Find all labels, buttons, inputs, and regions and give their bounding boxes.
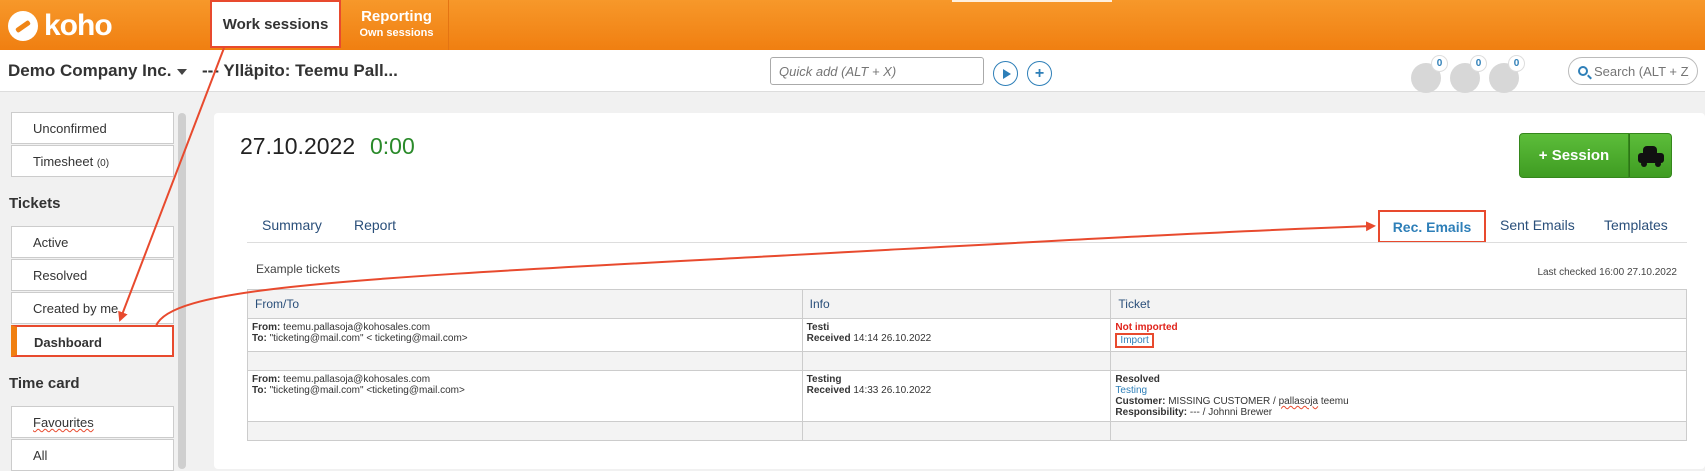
responsibility-value: --- / Johnni Brewer bbox=[1189, 407, 1273, 418]
sidebar-item-label: Active bbox=[33, 235, 69, 250]
company-selector[interactable]: Demo Company Inc. bbox=[8, 61, 188, 81]
sidebar-item-resolved[interactable]: Resolved bbox=[11, 259, 174, 291]
tab-summary[interactable]: Summary bbox=[262, 217, 322, 233]
to-value: "ticketing@mail.com" <ticketing@mail.com… bbox=[269, 385, 465, 396]
column-header: From/To bbox=[247, 289, 803, 319]
email-subject: Testi bbox=[806, 322, 830, 333]
sidebar-item-label: Favourites bbox=[33, 415, 94, 430]
car-icon bbox=[1637, 145, 1664, 167]
email-subject: Testing bbox=[806, 374, 842, 385]
received-value: 14:14 26.10.2022 bbox=[853, 333, 932, 344]
sidebar-item-label: Dashboard bbox=[34, 335, 102, 350]
sidebar-item-favourites[interactable]: Favourites bbox=[11, 406, 174, 438]
from-to-cell: From: teemu.pallasoja@kohosales.com To: … bbox=[247, 318, 803, 352]
time-card-heading: Time card bbox=[9, 375, 80, 392]
customer-name-suffix: teemu bbox=[1320, 396, 1349, 407]
sidebar-item-label: Resolved bbox=[33, 268, 88, 283]
sidebar-item-dashboard[interactable]: Dashboard bbox=[11, 325, 174, 357]
company-name: Demo Company Inc. bbox=[8, 61, 172, 80]
sidebar-item-timesheet[interactable]: Timesheet (0) bbox=[11, 145, 174, 177]
last-checked-text: Last checked 16:00 27.10.2022 bbox=[1537, 267, 1677, 278]
received-label: Received bbox=[806, 385, 851, 396]
table-spacer-row bbox=[247, 421, 1687, 441]
ticket-cell: Resolved Testing Customer: MISSING CUSTO… bbox=[1110, 370, 1687, 422]
to-label: To: bbox=[252, 385, 267, 396]
from-value: teemu.pallasoja@kohosales.com bbox=[283, 322, 431, 333]
from-label: From: bbox=[252, 374, 281, 385]
play-icon bbox=[1002, 68, 1011, 79]
car-button[interactable] bbox=[1629, 133, 1672, 178]
sidebar-item-active[interactable]: Active bbox=[11, 226, 174, 258]
chevron-down-icon bbox=[177, 68, 188, 75]
session-date: 27.10.2022 bbox=[240, 133, 356, 159]
sidebar-item-all[interactable]: All bbox=[11, 439, 174, 471]
responsibility-label: Responsibility: bbox=[1115, 407, 1188, 418]
play-button[interactable] bbox=[993, 61, 1018, 86]
tab-rec-emails[interactable]: Rec. Emails bbox=[1378, 210, 1486, 243]
timesheet-count: (0) bbox=[96, 158, 110, 169]
from-value: teemu.pallasoja@kohosales.com bbox=[283, 374, 431, 385]
tab-reporting[interactable]: Reporting Own sessions bbox=[345, 0, 449, 50]
logo-text: koho bbox=[44, 9, 113, 42]
ticket-cell: Not imported Import bbox=[1110, 318, 1687, 352]
column-header: Ticket bbox=[1110, 289, 1687, 319]
sidebar-item-label: Unconfirmed bbox=[33, 121, 107, 136]
status-badge: Resolved bbox=[1115, 374, 1160, 385]
customer-value: MISSING CUSTOMER / bbox=[1168, 396, 1276, 407]
quick-add-input[interactable] bbox=[770, 57, 984, 85]
received-emails-table: From/To Info Ticket From: teemu.pallasoj… bbox=[247, 289, 1687, 441]
sidebar-item-label: All bbox=[33, 448, 48, 463]
table-spacer-row bbox=[247, 351, 1687, 371]
customer-name: pallasoja bbox=[1278, 396, 1319, 407]
tab-report[interactable]: Report bbox=[354, 217, 396, 233]
ticket-link[interactable]: Testing bbox=[1115, 385, 1147, 396]
tab-divider bbox=[247, 242, 1687, 243]
add-session-button[interactable]: + Session bbox=[1519, 133, 1629, 178]
notification-count: 0 bbox=[1508, 55, 1525, 72]
import-link[interactable]: Import bbox=[1115, 333, 1154, 348]
table-header-row: From/To Info Ticket bbox=[247, 289, 1687, 319]
status-badge: Not imported bbox=[1115, 322, 1178, 333]
sidebar-item-label: Timesheet bbox=[33, 154, 94, 169]
top-navigation-bar: koho Work sessions Reporting Own session… bbox=[0, 0, 1705, 50]
info-cell: Testi Received 14:14 26.10.2022 bbox=[801, 318, 1112, 352]
sidebar-item-created-by-me[interactable]: Created by me bbox=[11, 292, 174, 324]
table-row: From: teemu.pallasoja@kohosales.com To: … bbox=[247, 318, 1687, 352]
customer-label: Customer: bbox=[1115, 396, 1166, 407]
tickets-heading: Tickets bbox=[9, 195, 61, 212]
koho-logo[interactable]: koho bbox=[8, 9, 113, 43]
sidebar-scrollbar[interactable] bbox=[178, 113, 186, 469]
to-value: "ticketing@mail.com" < ticketing@mail.co… bbox=[269, 333, 468, 344]
from-to-cell: From: teemu.pallasoja@kohosales.com To: … bbox=[247, 370, 803, 422]
top-stripe bbox=[952, 0, 1112, 2]
tab-work-sessions[interactable]: Work sessions bbox=[210, 0, 341, 48]
notification-count: 0 bbox=[1431, 55, 1448, 72]
search-icon bbox=[1578, 66, 1588, 76]
sidebar-item-unconfirmed[interactable]: Unconfirmed bbox=[11, 112, 174, 144]
table-row: From: teemu.pallasoja@kohosales.com To: … bbox=[247, 370, 1687, 422]
sub-header-bar: Demo Company Inc. --- Ylläpito: Teemu Pa… bbox=[0, 50, 1705, 93]
notification-count: 0 bbox=[1470, 55, 1487, 72]
to-label: To: bbox=[252, 333, 267, 344]
received-label: Received bbox=[806, 333, 851, 344]
info-cell: Testing Received 14:33 26.10.2022 bbox=[801, 370, 1112, 422]
column-header: Info bbox=[801, 289, 1112, 319]
logo-icon bbox=[8, 11, 38, 41]
tab-reporting-title: Reporting bbox=[361, 8, 432, 25]
add-button[interactable]: + bbox=[1027, 61, 1052, 86]
example-tickets-label: Example tickets bbox=[256, 262, 341, 276]
plus-icon: + bbox=[1034, 64, 1045, 82]
tab-sent-emails[interactable]: Sent Emails bbox=[1500, 217, 1575, 233]
from-label: From: bbox=[252, 322, 281, 333]
sidebar-item-label: Created by me bbox=[33, 301, 119, 316]
received-value: 14:33 26.10.2022 bbox=[853, 385, 932, 396]
maintenance-label[interactable]: --- Ylläpito: Teemu Pall... bbox=[202, 61, 398, 81]
tab-templates[interactable]: Templates bbox=[1604, 217, 1668, 233]
session-duration: 0:00 bbox=[370, 133, 415, 159]
tab-reporting-subtitle: Own sessions bbox=[359, 27, 434, 39]
